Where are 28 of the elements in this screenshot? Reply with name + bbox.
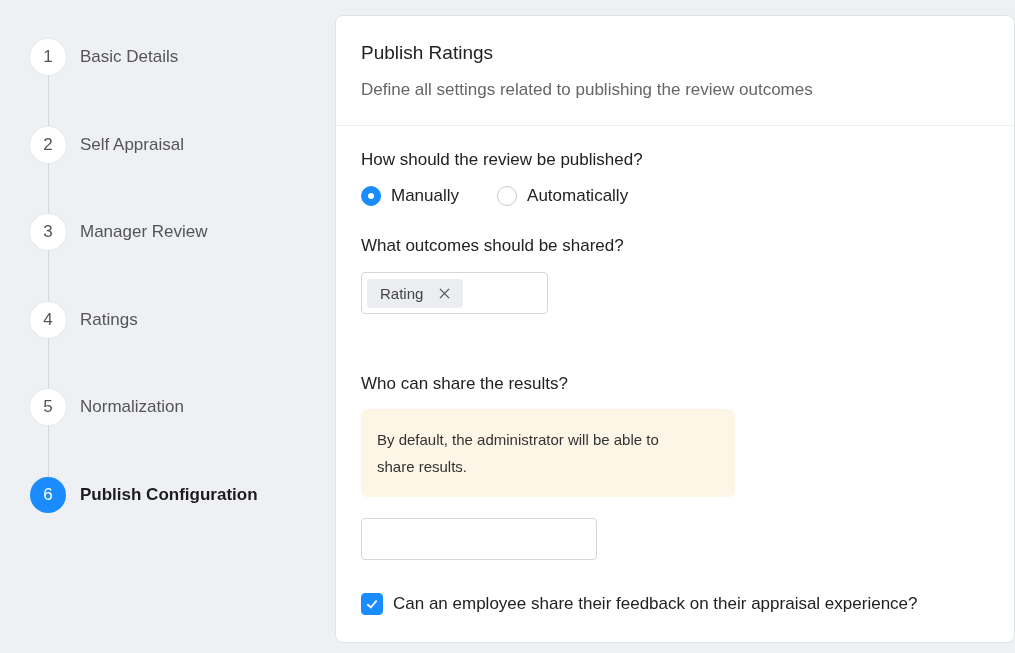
step-label[interactable]: Ratings — [80, 301, 138, 338]
question-label: Who can share the results? — [361, 374, 568, 394]
checkbox[interactable] — [361, 593, 383, 615]
share-input-field[interactable] — [361, 518, 597, 560]
radio-label[interactable]: Manually — [391, 186, 460, 206]
radio-button[interactable] — [361, 186, 381, 206]
step-number: 3 — [30, 214, 66, 250]
step-label[interactable]: Basic Details — [80, 39, 179, 75]
step-number: 6 — [30, 476, 66, 513]
step-label[interactable]: Manager Review — [80, 214, 208, 250]
question-label: How should the review be published? — [361, 150, 643, 170]
card-title: Publish Ratings — [361, 42, 495, 64]
step-number: 1 — [30, 39, 66, 75]
checkbox-label[interactable]: Can an employee share their feedback on their appraisal experience? — [393, 594, 918, 614]
outcomes-field[interactable]: Rating — [361, 272, 548, 314]
radio-label[interactable]: Automatically — [527, 186, 629, 206]
card-subtitle: Define all settings related to publishing the review outcomes — [361, 80, 814, 100]
info-note: By default, the administrator will be able to share results. — [361, 409, 735, 497]
check-icon — [365, 597, 379, 611]
step-label[interactable]: Normalization — [80, 389, 184, 425]
step-label[interactable]: Publish Configuration — [80, 476, 258, 513]
step-label[interactable]: Self Appraisal — [80, 126, 184, 163]
step-number: 4 — [30, 301, 66, 338]
remove-icon[interactable] — [439, 287, 451, 299]
tag-label: Rating — [380, 284, 424, 302]
question-label: What outcomes should be shared? — [361, 236, 624, 256]
step-number: 2 — [30, 126, 66, 163]
step-number: 5 — [30, 389, 66, 425]
